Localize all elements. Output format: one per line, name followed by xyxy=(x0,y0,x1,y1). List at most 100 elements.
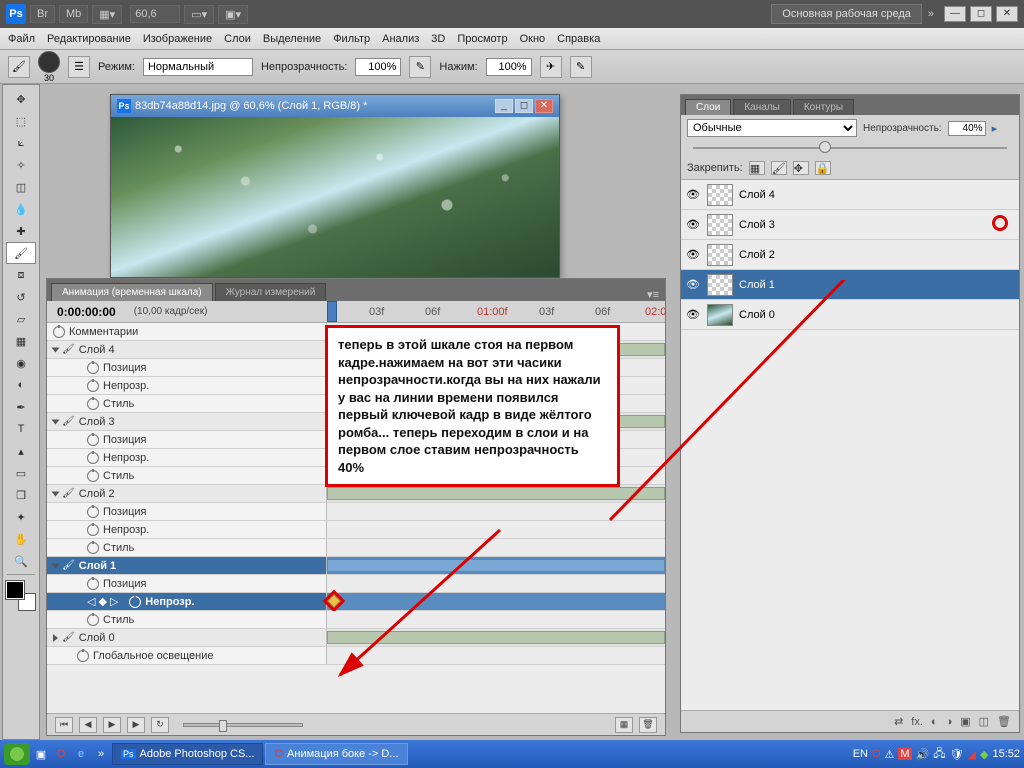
menu-filter[interactable]: Фильтр xyxy=(333,33,370,45)
twirl-icon[interactable] xyxy=(52,347,60,352)
crop-tool[interactable]: ◫ xyxy=(6,176,36,198)
tab-animation-timeline[interactable]: Анимация (временная шкала) xyxy=(51,283,213,301)
menu-edit[interactable]: Редактирование xyxy=(47,33,131,45)
menu-analysis[interactable]: Анализ xyxy=(382,33,419,45)
doc-close-button[interactable]: ✕ xyxy=(535,99,553,113)
brush-tool[interactable]: 🖌 xyxy=(6,242,36,264)
clock[interactable]: 15:52 xyxy=(992,748,1020,760)
bridge-button[interactable]: Br xyxy=(30,5,55,23)
prev-frame-button[interactable]: ◀ xyxy=(79,717,97,733)
tray-icon[interactable]: ◆ xyxy=(980,748,988,761)
tray-icon[interactable]: ⚠ xyxy=(885,748,895,761)
menu-select[interactable]: Выделение xyxy=(263,33,321,45)
menu-window[interactable]: Окно xyxy=(520,33,546,45)
quicklaunch-icon[interactable]: O xyxy=(52,745,70,763)
framerate-label[interactable]: (10,00 кадр/сек) xyxy=(134,306,208,317)
menu-layer[interactable]: Слои xyxy=(224,33,251,45)
visibility-icon[interactable]: 👁 xyxy=(685,247,701,263)
flow-input[interactable]: 100% xyxy=(486,58,532,76)
tray-icon[interactable]: 🛡 xyxy=(950,748,964,761)
menu-image[interactable]: Изображение xyxy=(143,33,212,45)
stopwatch-icon[interactable] xyxy=(87,506,99,518)
menu-file[interactable]: Файл xyxy=(8,33,35,45)
3d-camera-tool[interactable]: ✦ xyxy=(6,506,36,528)
lock-all-button[interactable]: 🔒 xyxy=(815,161,831,175)
shape-tool[interactable]: ▭ xyxy=(6,462,36,484)
tablet-pressure-button[interactable]: ✎ xyxy=(570,56,592,78)
layer-name[interactable]: Слой 4 xyxy=(739,189,775,201)
brush-preview[interactable] xyxy=(38,51,60,73)
tab-layers[interactable]: Слои xyxy=(685,99,731,115)
prop-opacity[interactable]: Непрозр. xyxy=(103,380,149,392)
layer-thumbnail[interactable] xyxy=(707,244,733,266)
stopwatch-icon[interactable] xyxy=(87,362,99,374)
healing-tool[interactable]: ✚ xyxy=(6,220,36,242)
tab-paths[interactable]: Контуры xyxy=(793,99,854,115)
move-tool[interactable]: ✥ xyxy=(6,88,36,110)
menu-3d[interactable]: 3D xyxy=(431,33,445,45)
prop-opacity[interactable]: Непрозр. xyxy=(103,452,149,464)
lock-transparency-button[interactable]: ▦ xyxy=(749,161,765,175)
layer-name[interactable]: Слой 2 xyxy=(739,249,775,261)
prop-position[interactable]: Позиция xyxy=(103,434,147,446)
airbrush-button[interactable]: ✈ xyxy=(540,56,562,78)
taskbar-task[interactable]: PsAdobe Photoshop CS... xyxy=(112,743,263,765)
twirl-icon[interactable] xyxy=(52,491,60,496)
tool-preset-icon[interactable]: 🖌 xyxy=(8,56,30,78)
next-frame-button[interactable]: ▶ xyxy=(127,717,145,733)
prop-style[interactable]: Стиль xyxy=(103,542,134,554)
prop-position[interactable]: Позиция xyxy=(103,578,147,590)
history-brush-tool[interactable]: ↺ xyxy=(6,286,36,308)
screen-mode-button[interactable]: ▣▾ xyxy=(218,5,248,24)
zoom-slider[interactable] xyxy=(183,723,303,727)
view-extras-button[interactable]: ▦▾ xyxy=(92,5,122,24)
zoom-tool[interactable]: 🔍 xyxy=(6,550,36,572)
opacity-pressure-button[interactable]: ✎ xyxy=(409,56,431,78)
stopwatch-icon[interactable] xyxy=(87,452,99,464)
prop-style[interactable]: Стиль xyxy=(103,614,134,626)
comments-row[interactable]: Комментарии xyxy=(69,326,138,338)
wand-tool[interactable]: ✧ xyxy=(6,154,36,176)
eyedropper-tool[interactable]: 💧 xyxy=(6,198,36,220)
marquee-tool[interactable]: ⬚ xyxy=(6,110,36,132)
tray-icon[interactable]: M xyxy=(898,748,911,760)
foreground-color[interactable] xyxy=(6,581,24,599)
layer-opacity-input[interactable]: 40% xyxy=(948,121,986,136)
doc-maximize-button[interactable]: ◻ xyxy=(515,99,533,113)
visibility-icon[interactable]: 👁 xyxy=(685,217,701,233)
prop-position[interactable]: Позиция xyxy=(103,506,147,518)
layer-row[interactable]: 👁 Слой 2 xyxy=(681,240,1019,270)
layer-thumbnail[interactable] xyxy=(707,214,733,236)
tab-channels[interactable]: Каналы xyxy=(733,99,791,115)
global-lighting-row[interactable]: Глобальное освещение xyxy=(93,650,214,662)
timeline-layer-name[interactable]: Слой 3 xyxy=(79,416,115,428)
layer-name[interactable]: Слой 3 xyxy=(739,219,775,231)
quicklaunch-icon[interactable]: e xyxy=(72,745,90,763)
twirl-icon[interactable] xyxy=(52,563,60,568)
quicklaunch-icon[interactable]: » xyxy=(92,745,110,763)
menu-view[interactable]: Просмотр xyxy=(457,33,507,45)
timeline-layer-name[interactable]: Слой 2 xyxy=(79,488,115,500)
timeline-layer-name[interactable]: Слой 1 xyxy=(79,560,116,572)
opacity-flyout-icon[interactable]: ▸ xyxy=(992,122,998,135)
prop-style[interactable]: Стиль xyxy=(103,398,134,410)
loop-button[interactable]: ↻ xyxy=(151,717,169,733)
stopwatch-icon[interactable] xyxy=(77,650,89,662)
start-button[interactable] xyxy=(4,743,30,765)
quicklaunch-icon[interactable]: ▣ xyxy=(32,745,50,763)
opacity-input[interactable]: 100% xyxy=(355,58,401,76)
prop-position[interactable]: Позиция xyxy=(103,362,147,374)
twirl-icon[interactable] xyxy=(53,634,58,642)
tray-icon[interactable]: 🖧 xyxy=(933,745,945,764)
stopwatch-icon[interactable] xyxy=(87,542,99,554)
stopwatch-icon[interactable] xyxy=(87,470,99,482)
stopwatch-icon[interactable] xyxy=(87,614,99,626)
layer-thumbnail[interactable] xyxy=(707,184,733,206)
blend-mode-select[interactable]: Обычные xyxy=(687,119,857,137)
chevrons-icon[interactable]: » xyxy=(928,8,934,20)
zoom-level[interactable]: 60,6 xyxy=(130,5,180,23)
window-maximize-button[interactable]: ◻ xyxy=(970,6,992,22)
window-close-button[interactable]: ✕ xyxy=(996,6,1018,22)
gradient-tool[interactable]: ▦ xyxy=(6,330,36,352)
color-swatches[interactable] xyxy=(6,581,36,611)
